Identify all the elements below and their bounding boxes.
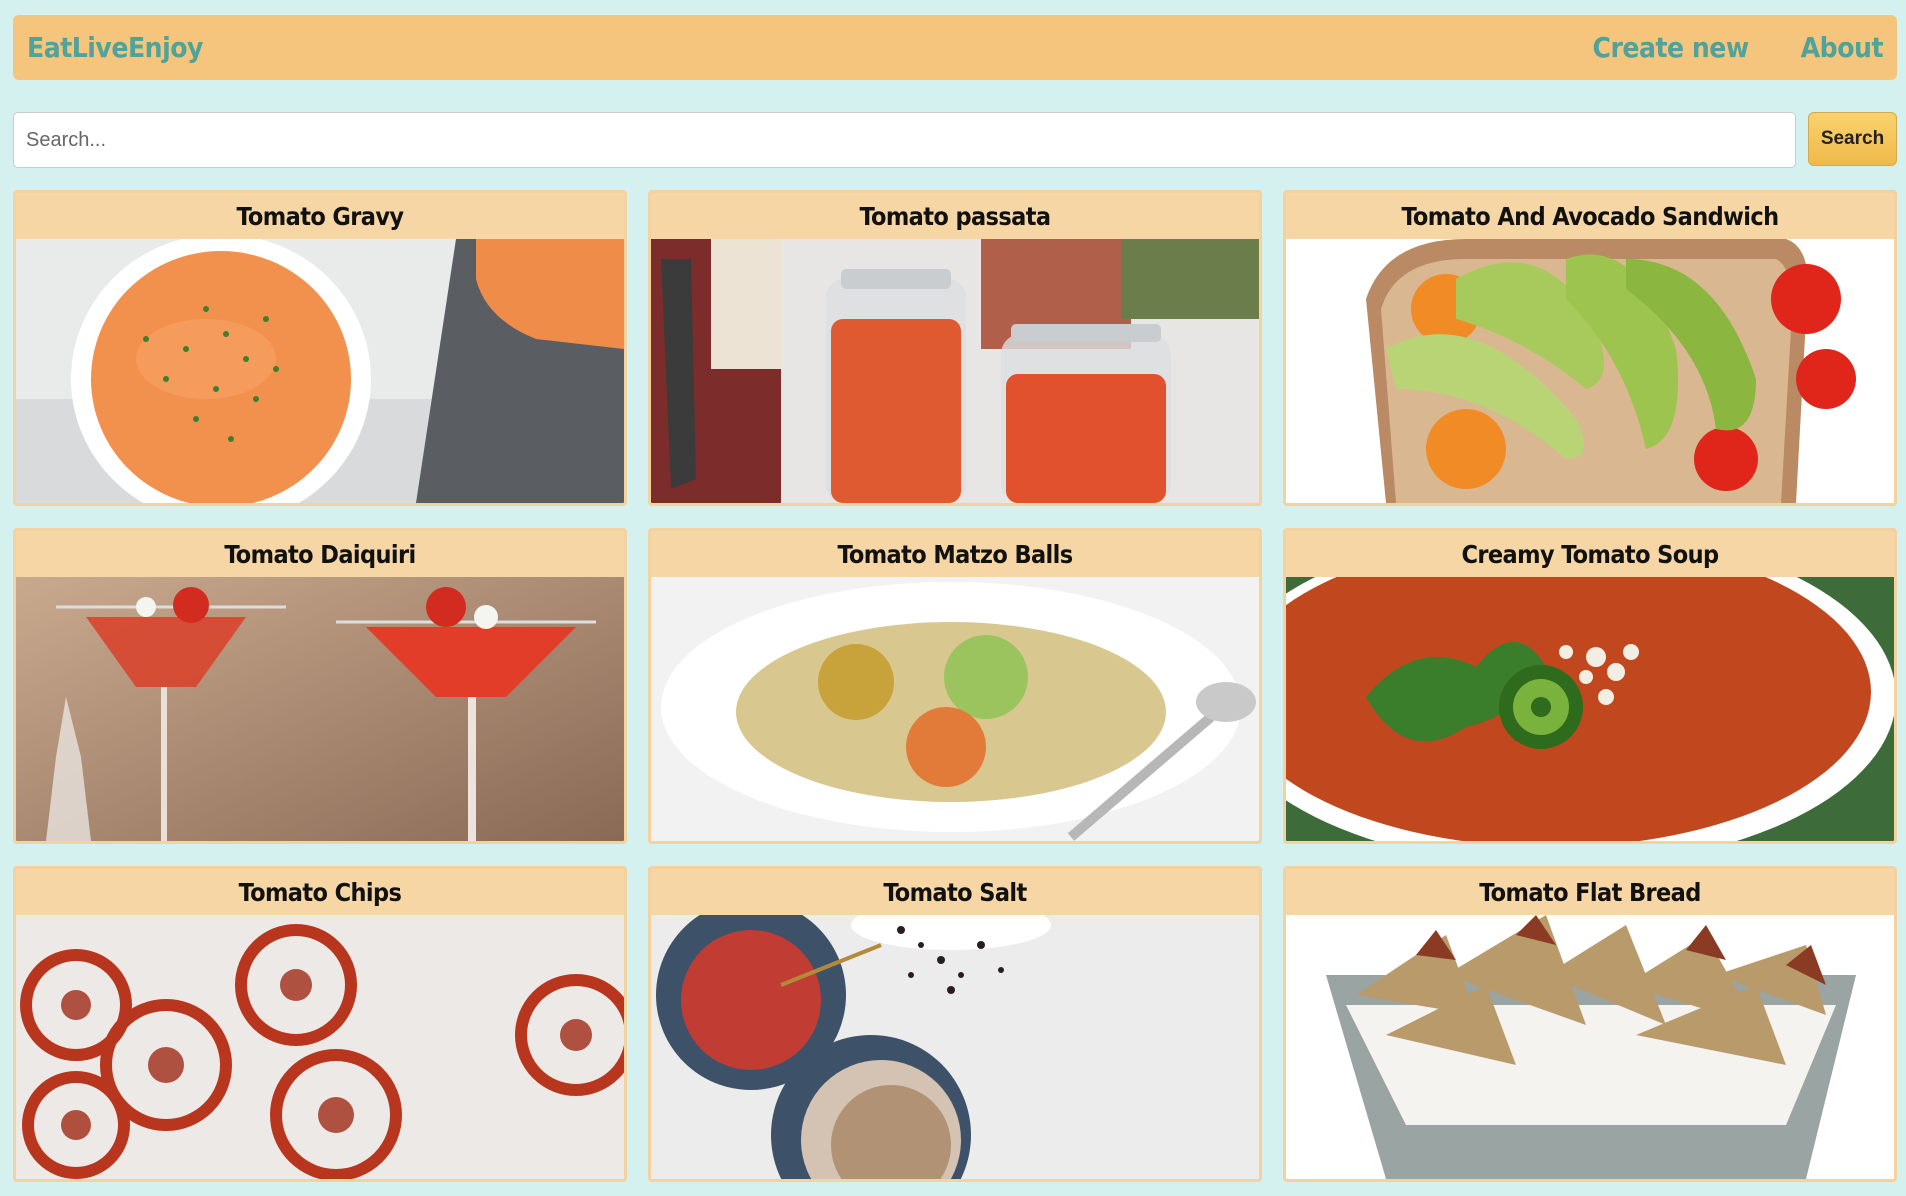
top-navbar: EatLiveEnjoy Create new About (13, 15, 1897, 80)
recipe-title: Tomato Matzo Balls (651, 531, 1259, 577)
search-bar: Search (13, 112, 1897, 168)
recipe-image-tomato-gravy (16, 239, 624, 503)
recipe-title: Tomato Salt (651, 869, 1259, 915)
create-new-link[interactable]: Create new (1592, 31, 1749, 64)
search-button[interactable]: Search (1808, 112, 1897, 166)
recipe-title: Tomato Daiquiri (16, 531, 624, 577)
recipe-image-tomato-flat-bread (1286, 915, 1894, 1179)
nav-links: Create new About (1592, 31, 1883, 64)
search-input[interactable] (13, 112, 1796, 168)
brand-logo-link[interactable]: EatLiveEnjoy (27, 31, 203, 64)
recipe-card[interactable]: Tomato passata (648, 190, 1262, 506)
recipe-card[interactable]: Tomato Chips (13, 866, 627, 1182)
recipe-image-tomato-matzo-balls (651, 577, 1259, 841)
recipe-card[interactable]: Tomato Matzo Balls (648, 528, 1262, 844)
recipe-title: Tomato passata (651, 193, 1259, 239)
recipe-image-tomato-avocado-sandwich (1286, 239, 1894, 503)
recipe-image-tomato-chips (16, 915, 624, 1179)
recipe-card[interactable]: Tomato And Avocado Sandwich (1283, 190, 1897, 506)
recipe-title: Tomato And Avocado Sandwich (1286, 193, 1894, 239)
recipe-image-tomato-daiquiri (16, 577, 624, 841)
recipe-card[interactable]: Creamy Tomato Soup (1283, 528, 1897, 844)
recipe-card[interactable]: Tomato Flat Bread (1283, 866, 1897, 1182)
recipe-title: Tomato Chips (16, 869, 624, 915)
recipe-card[interactable]: Tomato Daiquiri (13, 528, 627, 844)
recipe-image-tomato-passata (651, 239, 1259, 503)
about-link[interactable]: About (1801, 31, 1884, 64)
recipe-card[interactable]: Tomato Salt (648, 866, 1262, 1182)
recipe-card[interactable]: Tomato Gravy (13, 190, 627, 506)
recipe-image-tomato-salt (651, 915, 1259, 1179)
recipe-title: Creamy Tomato Soup (1286, 531, 1894, 577)
recipe-grid: Tomato Gravy Tomato passata Tomato And A… (13, 190, 1897, 1182)
recipe-title: Tomato Flat Bread (1286, 869, 1894, 915)
recipe-image-creamy-tomato-soup (1286, 577, 1894, 841)
recipe-title: Tomato Gravy (16, 193, 624, 239)
